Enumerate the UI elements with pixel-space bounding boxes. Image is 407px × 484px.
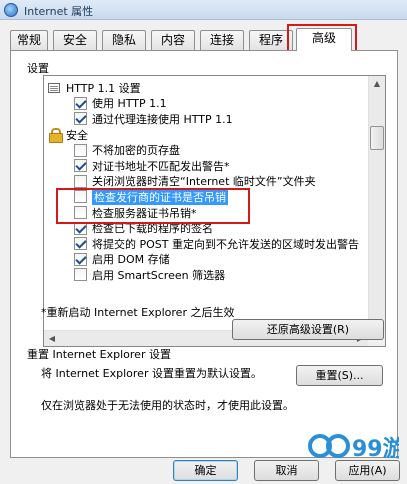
settings-group-label: 安全 [66, 128, 88, 142]
checkbox[interactable] [74, 252, 87, 266]
checkbox[interactable] [74, 112, 87, 126]
setting-enable-smartscreen[interactable]: 启用 SmartScreen 筛选器 [44, 267, 362, 283]
apply-button[interactable]: 应用(A) [335, 460, 400, 481]
setting-check-publisher-revocation[interactable]: 检查发行商的证书是否吊销 [44, 188, 362, 205]
reset-note: 仅在浏览器处于无法使用的状态时，才使用此设置。 [41, 399, 294, 412]
setting-label: 启用 SmartScreen 筛选器 [92, 268, 226, 282]
tab-privacy[interactable]: 隐私 [102, 30, 146, 50]
settings-folder-icon [48, 82, 60, 93]
settings-group-security: 安全 [44, 127, 362, 144]
ok-button[interactable]: 确定 [173, 460, 238, 481]
setting-label: 检查发行商的证书是否吊销 [92, 188, 228, 205]
advanced-panel: 设置 HTTP 1.1 设置 使用 HTTP 1.1 通过代理连接使用 HTTP… [10, 50, 398, 458]
setting-cert-mismatch-warning[interactable]: 对证书地址不匹配发出警告* [44, 158, 362, 174]
cancel-button[interactable]: 取消 [254, 460, 319, 481]
setting-proxy-http11[interactable]: 通过代理连接使用 HTTP 1.1 [44, 111, 362, 127]
setting-label: 启用 DOM 存储 [92, 253, 170, 267]
restart-note: *重新启动 Internet Explorer 之后生效 [41, 306, 235, 319]
window-title: Internet 属性 [24, 5, 94, 18]
scroll-thumb[interactable] [370, 126, 384, 150]
checkbox[interactable] [74, 221, 87, 235]
settings-list: HTTP 1.1 设置 使用 HTTP 1.1 通过代理连接使用 HTTP 1.… [44, 80, 362, 283]
tab-programs[interactable]: 程序 [249, 30, 293, 50]
reset-button[interactable]: 重置(S)... [296, 365, 383, 386]
setting-empty-temp-files[interactable]: 关闭浏览器时清空“Internet 临时文件”文件夹 [44, 174, 362, 190]
scroll-left-arrow-icon[interactable]: ◀ [44, 331, 60, 346]
tab-advanced[interactable]: 高级 [296, 28, 352, 51]
setting-no-save-encrypted[interactable]: 不将加密的页存盘 [44, 142, 362, 158]
tab-strip: 常规 安全 隐私 内容 连接 程序 高级 [10, 28, 400, 51]
settings-label: 设置 [27, 62, 49, 75]
lock-icon [48, 128, 63, 144]
checkbox[interactable] [74, 174, 87, 188]
checkbox[interactable] [74, 159, 87, 173]
setting-label: 检查服务器证书吊销* [92, 206, 197, 220]
setting-post-redirect-warning[interactable]: 将提交的 POST 重定向到不允许发送的区域时发出警告 [44, 236, 362, 252]
tab-content[interactable]: 内容 [151, 30, 195, 50]
setting-check-download-signature[interactable]: 检查已下载的程序的签名 [44, 220, 362, 236]
checkbox[interactable] [74, 190, 87, 204]
title-bar[interactable]: Internet 属性 [0, 0, 407, 20]
setting-label: 使用 HTTP 1.1 [92, 97, 167, 111]
checkbox[interactable] [74, 96, 87, 110]
tab-general[interactable]: 常规 [10, 30, 48, 50]
setting-use-http11[interactable]: 使用 HTTP 1.1 [44, 96, 362, 112]
setting-label: 不将加密的页存盘 [92, 144, 180, 158]
scroll-up-arrow-icon[interactable]: ▲ [369, 76, 385, 92]
setting-label: 关闭浏览器时清空“Internet 临时文件”文件夹 [92, 175, 316, 189]
setting-enable-dom-storage[interactable]: 启用 DOM 存储 [44, 252, 362, 268]
checkbox[interactable] [74, 206, 87, 220]
reset-section-title: 重置 Internet Explorer 设置 [27, 348, 171, 361]
settings-group-label: HTTP 1.1 设置 [66, 81, 141, 95]
reset-description: 将 Internet Explorer 设置重置为默认设置。 [41, 367, 262, 380]
tab-security[interactable]: 安全 [53, 30, 97, 50]
setting-label: 通过代理连接使用 HTTP 1.1 [92, 112, 233, 126]
setting-label: 对证书地址不匹配发出警告* [92, 159, 230, 173]
settings-group-http: HTTP 1.1 设置 [44, 80, 362, 96]
internet-globe-icon [4, 3, 18, 17]
vertical-scrollbar[interactable]: ▲ ▼ [368, 76, 385, 331]
setting-label: 检查已下载的程序的签名 [92, 222, 213, 236]
setting-label: 将提交的 POST 重定向到不允许发送的区域时发出警告 [92, 237, 359, 251]
restore-advanced-settings-button[interactable]: 还原高级设置(R) [232, 319, 384, 340]
tab-connections[interactable]: 连接 [200, 30, 244, 50]
setting-check-server-revocation[interactable]: 检查服务器证书吊销* [44, 205, 362, 221]
checkbox[interactable] [74, 237, 87, 251]
checkbox[interactable] [74, 143, 87, 157]
checkbox[interactable] [74, 268, 87, 282]
